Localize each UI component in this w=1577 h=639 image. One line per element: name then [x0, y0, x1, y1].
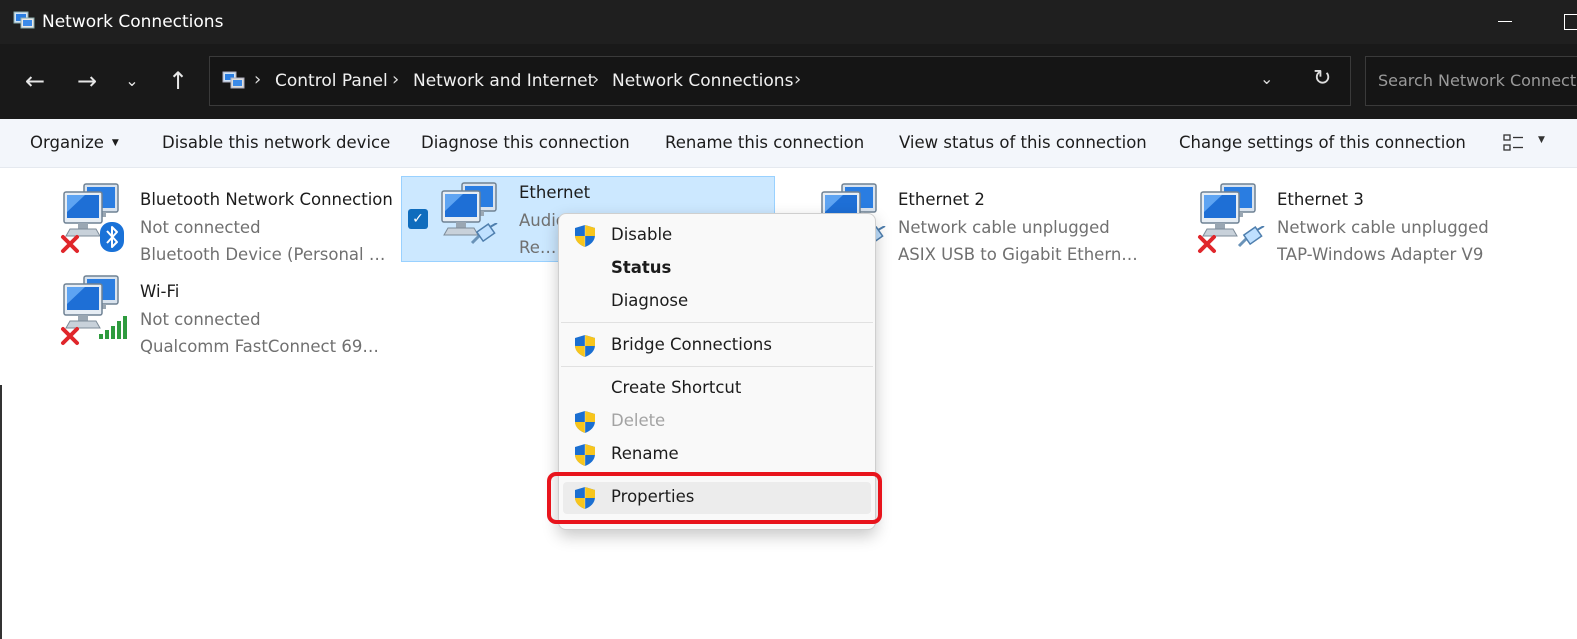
menu-item-label: Status	[611, 258, 672, 277]
menu-item-disable[interactable]: Disable	[563, 220, 871, 252]
navigation-bar: ← → ⌄ ↑ › Control Panel › Network and In…	[0, 44, 1577, 119]
bluetooth-icon	[100, 222, 124, 252]
network-connections-icon	[13, 11, 35, 29]
connection-name: Ethernet 3	[1277, 190, 1364, 209]
organize-label: Organize	[30, 133, 104, 152]
organize-button[interactable]: Organize ▼	[30, 133, 119, 152]
menu-item-label: Diagnose	[611, 291, 689, 310]
connection-name: Ethernet	[519, 183, 591, 202]
connection-device: Realtek	[519, 238, 559, 257]
wifi-signal-icon	[98, 316, 128, 340]
back-arrow-icon[interactable]: ←	[20, 66, 50, 96]
diagnose-connection-button[interactable]: Diagnose this connection	[421, 133, 630, 152]
menu-item-label: Bridge Connections	[611, 335, 772, 354]
command-bar: Organize ▼ Disable this network device Di…	[0, 119, 1577, 168]
connection-name: Bluetooth Network Connection	[140, 190, 393, 209]
menu-separator	[561, 366, 873, 367]
address-bar[interactable]: › Control Panel › Network and Internet ›…	[209, 56, 1351, 106]
recent-locations-chevron-icon[interactable]: ⌄	[117, 66, 147, 96]
disconnected-x-icon	[60, 234, 80, 254]
uac-shield-icon	[573, 224, 597, 248]
ethernet-plug-icon	[470, 223, 500, 247]
search-box[interactable]	[1365, 56, 1577, 106]
forward-arrow-icon[interactable]: →	[72, 66, 102, 96]
connection-device: TAP-Windows Adapter V9	[1277, 245, 1484, 264]
breadcrumb-separator-icon: ›	[592, 69, 600, 90]
view-options-icon[interactable]	[1503, 133, 1525, 153]
view-status-button[interactable]: View status of this connection	[899, 133, 1147, 152]
menu-separator	[561, 322, 873, 323]
view-options-caret-icon[interactable]: ▼	[1538, 135, 1545, 145]
menu-item-label: Create Shortcut	[611, 378, 742, 397]
menu-item-bridge-connections[interactable]: Bridge Connections	[563, 330, 871, 362]
connection-name: Ethernet 2	[898, 190, 985, 209]
connection-device: ASIX USB to Gigabit Ethernet Family Adap…	[898, 245, 1146, 264]
uac-shield-icon	[573, 334, 597, 358]
uac-shield-icon	[573, 410, 597, 434]
search-input[interactable]	[1376, 70, 1577, 91]
connection-status: Network cable unplugged	[1277, 218, 1489, 237]
connection-tile-bluetooth[interactable]: Bluetooth Network Connection Not connect…	[52, 176, 422, 264]
window-title: Network Connections	[42, 12, 224, 32]
refresh-icon[interactable]: ↻	[1313, 66, 1331, 91]
minimize-button[interactable]	[1498, 21, 1512, 22]
menu-item-rename[interactable]: Rename	[563, 439, 871, 471]
address-dropdown-chevron-icon[interactable]: ⌄	[1260, 69, 1273, 88]
connection-status: Not connected	[140, 310, 261, 329]
menu-item-create-shortcut[interactable]: Create Shortcut	[563, 373, 871, 405]
connection-status: Not connected	[140, 218, 261, 237]
breadcrumb-control-panel[interactable]: Control Panel	[275, 71, 388, 91]
uac-shield-icon	[573, 443, 597, 467]
connection-device: Bluetooth Device (Personal Area Network)	[140, 245, 388, 264]
breadcrumb-network-connections[interactable]: Network Connections	[612, 71, 793, 91]
connection-tile-wifi[interactable]: Wi-Fi Not connected Qualcomm FastConnect…	[52, 268, 422, 356]
breadcrumb-separator-icon: ›	[254, 69, 262, 90]
selected-checkbox[interactable]: ✓	[408, 209, 428, 229]
menu-item-status[interactable]: Status	[563, 253, 871, 285]
menu-item-label: Delete	[611, 411, 666, 430]
connection-tile-ethernet-3[interactable]: Ethernet 3 Network cable unplugged TAP-W…	[1189, 176, 1559, 264]
breadcrumb-network-and-internet[interactable]: Network and Internet	[413, 71, 594, 91]
connection-name: Wi-Fi	[140, 282, 180, 301]
breadcrumb-separator-icon: ›	[392, 69, 400, 90]
maximize-button[interactable]	[1564, 14, 1577, 30]
menu-item-diagnose[interactable]: Diagnose	[563, 286, 871, 318]
menu-item-delete: Delete	[563, 406, 871, 438]
disconnected-x-icon	[1197, 234, 1217, 254]
change-settings-button[interactable]: Change settings of this connection	[1179, 133, 1466, 152]
rename-connection-button[interactable]: Rename this connection	[665, 133, 864, 152]
network-location-icon	[222, 71, 245, 89]
left-edge-divider	[0, 385, 2, 639]
up-arrow-icon[interactable]: ↑	[163, 66, 193, 96]
properties-highlight-annotation	[547, 472, 882, 524]
ethernet-plug-icon	[1237, 226, 1267, 250]
menu-item-label: Disable	[611, 225, 673, 244]
connection-status: Network cable unplugged	[898, 218, 1110, 237]
disable-device-button[interactable]: Disable this network device	[162, 133, 390, 152]
title-bar: Network Connections	[0, 0, 1577, 44]
menu-item-label: Rename	[611, 444, 679, 463]
connection-device: Qualcomm FastConnect 6900 Wi-Fi 6E Dual …	[140, 337, 388, 356]
breadcrumb-separator-icon[interactable]: ›	[794, 69, 801, 90]
disconnected-x-icon	[60, 326, 80, 346]
caret-down-icon: ▼	[111, 138, 119, 148]
